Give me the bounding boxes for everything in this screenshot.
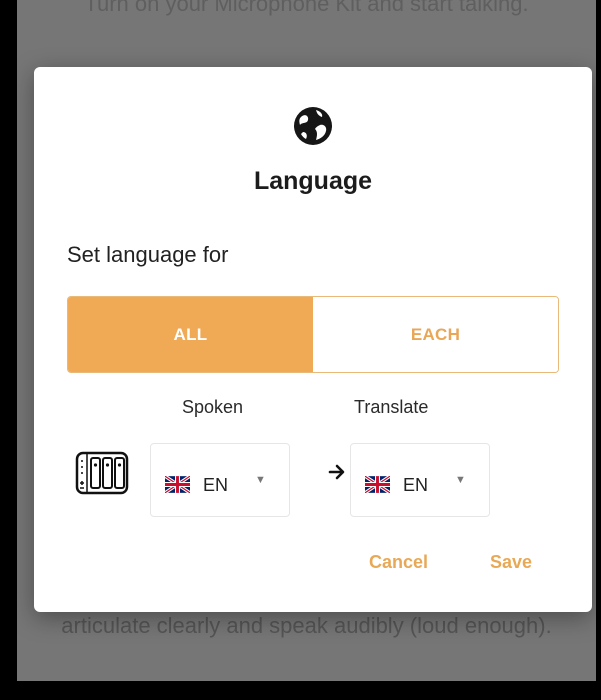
toggle-all-button[interactable]: ALL [68, 297, 313, 372]
translate-language-code: EN [403, 475, 429, 495]
translate-language-select[interactable]: EN ▼ [350, 443, 490, 517]
globe-icon [294, 107, 332, 145]
dropdown-caret-icon: ▼ [455, 474, 466, 486]
save-button[interactable]: Save [490, 552, 532, 573]
uk-flag-icon [165, 476, 190, 493]
spoken-label: Spoken [182, 397, 244, 417]
background-instruction-top: Turn on your Microphone Kit and start ta… [84, 0, 529, 16]
spoken-language-select[interactable]: EN ▼ [150, 443, 290, 517]
cancel-button[interactable]: Cancel [369, 552, 428, 573]
app-screen: Turn on your Microphone Kit and start ta… [17, 0, 596, 681]
microphone-kit-icon [75, 451, 129, 495]
language-scope-toggle: ALL EACH [67, 296, 559, 373]
translate-label: Translate [354, 397, 429, 417]
set-language-label: Set language for [67, 242, 229, 267]
spoken-language-code: EN [203, 475, 229, 495]
toggle-each-button[interactable]: EACH [313, 297, 558, 372]
background-instruction-bottom: articulate clearly and speak audibly (lo… [61, 613, 552, 638]
dialog-title: Language [253, 167, 373, 195]
arrow-right-icon [328, 464, 345, 480]
dropdown-caret-icon: ▼ [255, 474, 266, 486]
uk-flag-icon [365, 476, 390, 493]
language-dialog: Language Set language for ALL EACH Spoke… [34, 67, 592, 612]
